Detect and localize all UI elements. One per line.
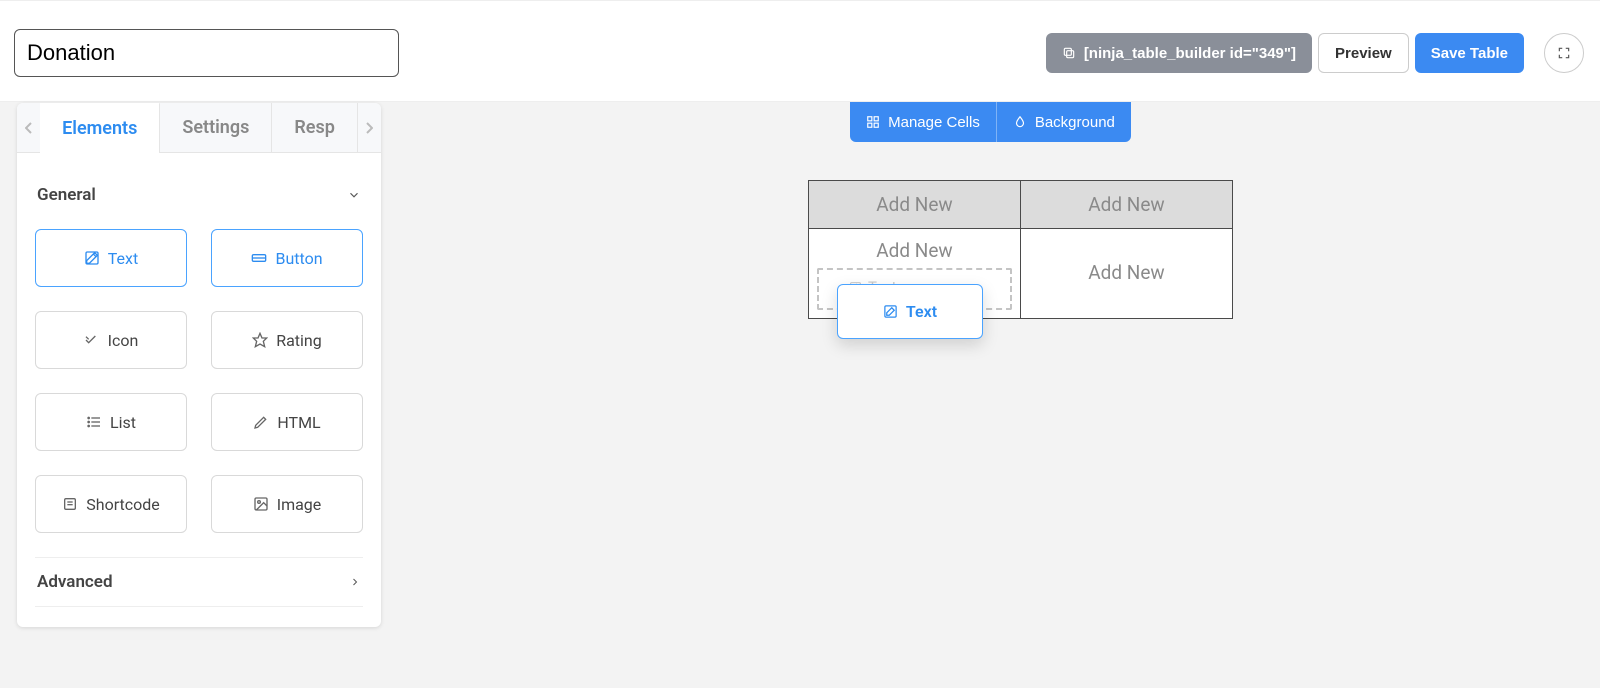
canvas: Manage Cells Background Add New Add New xyxy=(381,102,1600,319)
tabs-next-arrow[interactable] xyxy=(358,103,381,152)
sidebar-bottom: Advanced xyxy=(17,557,381,627)
element-list-label: List xyxy=(110,413,136,432)
chevron-right-icon xyxy=(349,576,361,588)
element-grid: Text Button Icon xyxy=(35,219,363,557)
workspace: Elements Settings Resp General Text xyxy=(0,102,1600,688)
list-icon xyxy=(86,414,102,430)
element-icon-label: Icon xyxy=(108,331,139,350)
image-icon xyxy=(253,496,269,512)
shortcode-icon xyxy=(62,496,78,512)
element-rating-label: Rating xyxy=(276,331,322,350)
section-general-header[interactable]: General xyxy=(35,171,363,219)
tab-responsive[interactable]: Resp xyxy=(272,103,358,152)
manage-cells-label: Manage Cells xyxy=(888,114,980,131)
tab-elements[interactable]: Elements xyxy=(40,103,160,153)
table-title-input[interactable] xyxy=(14,29,399,77)
drop-zone[interactable]: Text Text xyxy=(817,268,1012,310)
topbar: [ninja_table_builder id="349"] Preview S… xyxy=(0,0,1600,102)
preview-button[interactable]: Preview xyxy=(1318,33,1409,73)
sidebar-tabs: Elements Settings Resp xyxy=(17,103,381,153)
shortcode-text: [ninja_table_builder id="349"] xyxy=(1084,45,1296,62)
fullscreen-icon xyxy=(1557,46,1571,60)
section-general-title: General xyxy=(37,185,96,205)
check-icon xyxy=(84,332,100,348)
section-general: General Text Button xyxy=(17,153,381,557)
table-row: Add New Text xyxy=(809,229,1233,319)
element-button[interactable]: Button xyxy=(211,229,363,287)
sidebar: Elements Settings Resp General Text xyxy=(17,103,381,627)
dragging-element-chip[interactable]: Text xyxy=(837,284,983,339)
edit-icon xyxy=(84,250,100,266)
table-header-cell[interactable]: Add New xyxy=(1021,181,1233,229)
element-text[interactable]: Text xyxy=(35,229,187,287)
save-button-label: Save Table xyxy=(1431,45,1508,62)
button-icon xyxy=(251,250,267,266)
grid-icon xyxy=(866,115,880,129)
table-header-cell[interactable]: Add New xyxy=(809,181,1021,229)
edit-icon xyxy=(883,304,898,319)
tabs-prev-arrow[interactable] xyxy=(17,103,40,152)
table-preview: Add New Add New Add New Text xyxy=(808,180,1233,319)
element-html[interactable]: HTML xyxy=(211,393,363,451)
section-advanced-title: Advanced xyxy=(37,572,113,592)
tab-settings[interactable]: Settings xyxy=(160,103,272,152)
element-shortcode[interactable]: Shortcode xyxy=(35,475,187,533)
droplet-icon xyxy=(1013,115,1027,129)
element-image-label: Image xyxy=(277,495,322,514)
shortcode-button[interactable]: [ninja_table_builder id="349"] xyxy=(1046,33,1312,73)
pencil-icon xyxy=(253,414,269,430)
element-list[interactable]: List xyxy=(35,393,187,451)
canvas-toolbar: Manage Cells Background xyxy=(850,102,1131,142)
element-shortcode-label: Shortcode xyxy=(86,495,160,514)
table-header-row: Add New Add New xyxy=(809,181,1233,229)
element-button-label: Button xyxy=(275,249,322,268)
element-icon[interactable]: Icon xyxy=(35,311,187,369)
table-cell[interactable]: Add New xyxy=(1021,229,1233,319)
section-advanced-header[interactable]: Advanced xyxy=(35,557,363,607)
preview-button-label: Preview xyxy=(1335,45,1392,62)
element-image[interactable]: Image xyxy=(211,475,363,533)
element-text-label: Text xyxy=(108,249,138,268)
background-label: Background xyxy=(1035,114,1115,131)
copy-icon xyxy=(1062,46,1076,60)
manage-cells-button[interactable]: Manage Cells xyxy=(850,102,996,142)
table-cell[interactable]: Add New Text xyxy=(809,229,1021,319)
element-rating[interactable]: Rating xyxy=(211,311,363,369)
star-icon xyxy=(252,332,268,348)
background-button[interactable]: Background xyxy=(996,102,1131,142)
chevron-down-icon xyxy=(347,188,361,202)
cell-add-new-label: Add New xyxy=(1021,239,1232,284)
cell-add-new-label: Add New xyxy=(809,239,1020,262)
topbar-actions: [ninja_table_builder id="349"] Preview S… xyxy=(1046,33,1584,73)
dragging-element-label: Text xyxy=(906,302,937,321)
element-html-label: HTML xyxy=(277,413,320,432)
save-button[interactable]: Save Table xyxy=(1415,33,1524,73)
fullscreen-button[interactable] xyxy=(1544,33,1584,73)
